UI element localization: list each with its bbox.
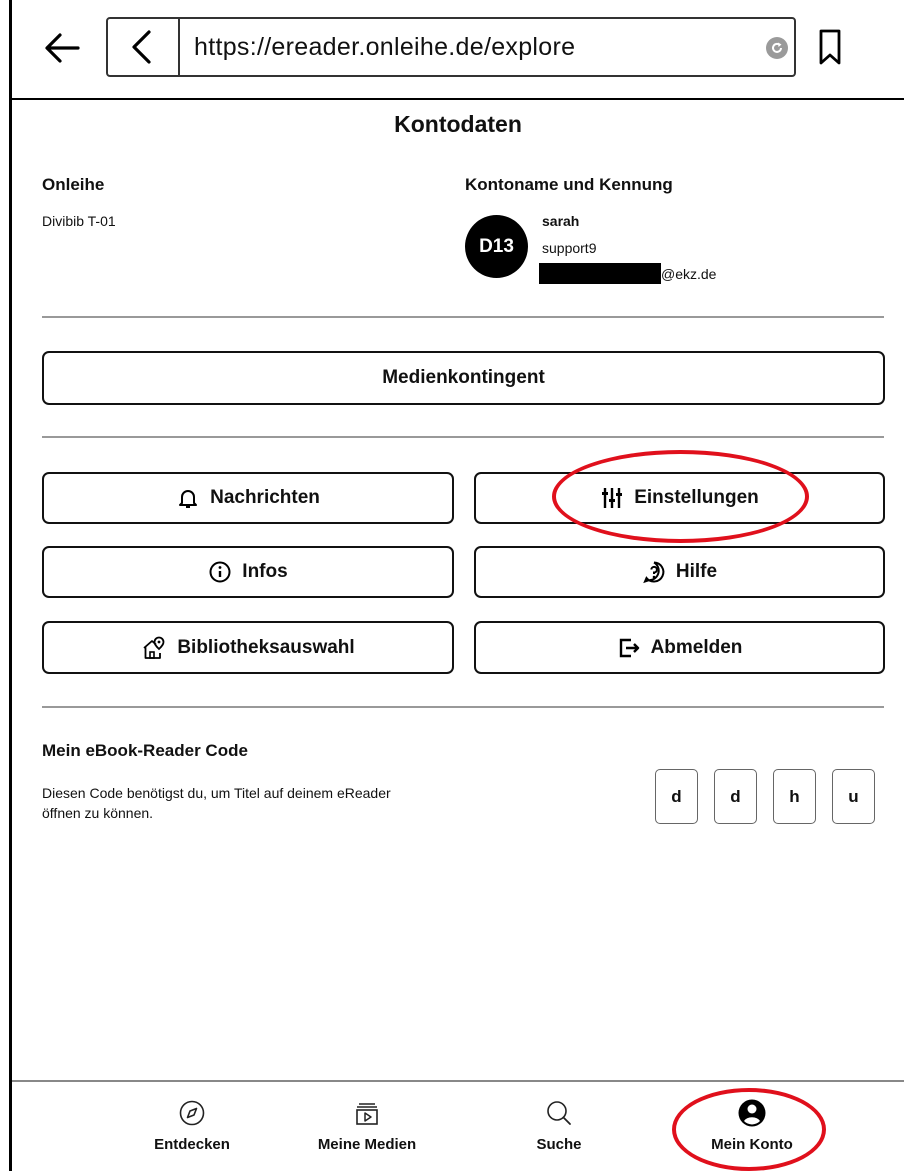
user-name: sarah [542, 213, 580, 229]
url-back-button[interactable] [108, 19, 180, 75]
chevron-left-icon [132, 30, 151, 64]
nav-label: Suche [536, 1136, 582, 1153]
library-name: Divibib T-01 [42, 213, 116, 229]
nav-label: Meine Medien [317, 1136, 417, 1153]
reader-code-heading: Mein eBook-Reader Code [42, 741, 248, 760]
library-select-button[interactable]: Bibliotheksauswahl [42, 621, 454, 674]
settings-button[interactable]: Einstellungen [474, 472, 885, 524]
account-icon [737, 1098, 767, 1128]
user-id: support9 [542, 240, 597, 256]
url-text[interactable]: https://ereader.onleihe.de/explore [194, 33, 575, 62]
frame-border [9, 0, 12, 1171]
back-arrow-icon[interactable] [40, 26, 84, 70]
code-char: u [832, 769, 875, 824]
address-bar[interactable]: https://ereader.onleihe.de/explore [106, 17, 796, 77]
code-char: d [655, 769, 698, 824]
reader-code-description-2: öffnen zu können. [42, 805, 154, 821]
bookmark-icon[interactable] [818, 28, 842, 71]
messages-button[interactable]: Nachrichten [42, 472, 454, 524]
compass-icon [178, 1098, 206, 1128]
logout-label: Abmelden [650, 636, 743, 658]
nav-label: Entdecken [154, 1136, 230, 1153]
messages-label: Nachrichten [210, 487, 320, 508]
infos-button[interactable]: Infos [42, 546, 454, 598]
logout-icon [617, 636, 641, 660]
bottom-navigation: Entdecken Meine Medien Suche Mein Konto [12, 1080, 904, 1173]
media-quota-label: Medienkontingent [382, 367, 545, 388]
help-button[interactable]: Hilfe [474, 546, 885, 598]
browser-toolbar: https://ereader.onleihe.de/explore [12, 0, 904, 100]
code-char: h [773, 769, 816, 824]
infos-label: Infos [242, 561, 288, 582]
onleihe-label: Onleihe [42, 175, 105, 194]
sliders-icon [600, 486, 624, 510]
avatar: D13 [465, 215, 528, 278]
email-suffix: @ekz.de [661, 266, 717, 282]
account-label: Kontoname und Kennung [465, 175, 673, 194]
divider [42, 706, 884, 708]
bell-icon [176, 486, 200, 510]
search-icon [545, 1098, 573, 1128]
logout-button[interactable]: Abmelden [474, 621, 885, 674]
nav-my-account[interactable]: Mein Konto [692, 1082, 812, 1173]
code-char: d [714, 769, 757, 824]
media-library-icon [353, 1098, 381, 1128]
settings-label: Einstellungen [634, 487, 759, 508]
nav-search[interactable]: Suche [514, 1082, 604, 1173]
nav-label: Mein Konto [711, 1136, 793, 1153]
info-icon [208, 560, 232, 584]
page-title: Kontodaten [394, 111, 522, 137]
library-location-icon [141, 635, 167, 661]
help-label: Hilfe [675, 561, 718, 582]
nav-discover[interactable]: Entdecken [132, 1082, 252, 1173]
reload-icon[interactable] [766, 37, 788, 59]
divider [42, 316, 884, 318]
reader-code-description: Diesen Code benötigst du, um Titel auf d… [42, 785, 391, 801]
redacted-email [539, 263, 661, 284]
divider [42, 436, 884, 438]
help-icon [642, 560, 666, 584]
library-select-label: Bibliotheksauswahl [177, 636, 355, 658]
media-quota-button[interactable]: Medienkontingent [42, 351, 885, 405]
nav-my-media[interactable]: Meine Medien [302, 1082, 432, 1173]
